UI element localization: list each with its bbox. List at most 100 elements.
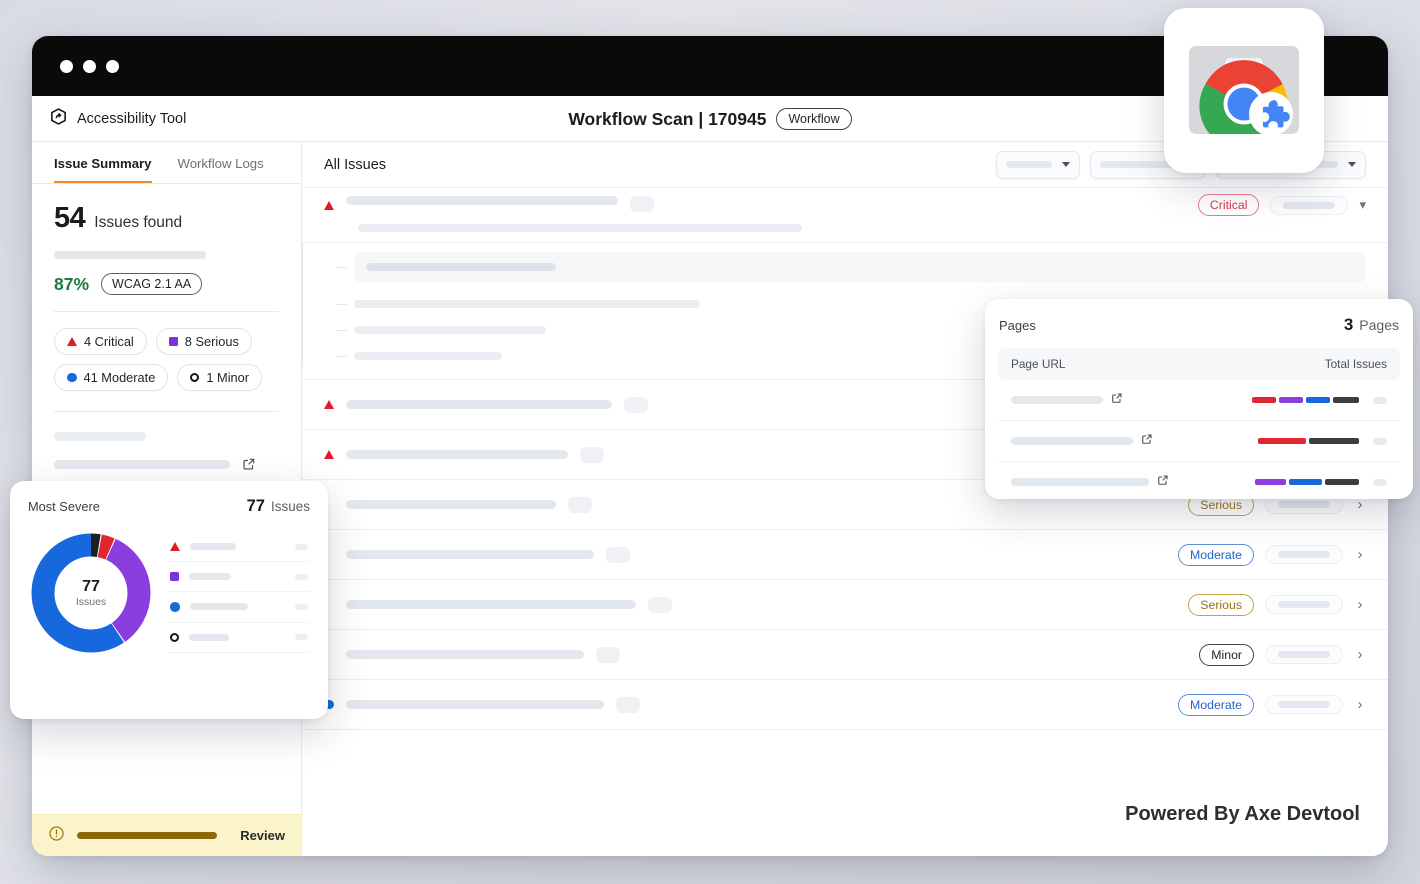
alert-circle-icon: [48, 825, 65, 847]
most-severe-count: 77: [246, 497, 265, 515]
review-bar[interactable]: Review: [32, 814, 301, 856]
sidebar-link-row[interactable]: [54, 457, 279, 471]
segment-critical: [1252, 397, 1276, 403]
legend-label-skeleton: [189, 633, 229, 641]
table-row[interactable]: Moderate ›: [302, 530, 1388, 580]
segment-serious: [1255, 479, 1286, 485]
external-link-icon[interactable]: [1141, 432, 1153, 450]
chevron-right-icon[interactable]: ›: [1354, 696, 1366, 713]
severity-chip-serious-label: 8 Serious: [184, 334, 239, 349]
sidebar-content: 54 Issues found 87% WCAG 2.1 AA 4 Critic…: [32, 184, 301, 471]
issue-meta-pill[interactable]: [1265, 545, 1343, 564]
list-item[interactable]: [168, 623, 310, 653]
status-badge: Moderate: [1178, 693, 1254, 716]
window-dot-1[interactable]: [60, 59, 73, 73]
critical-triangle-icon: [324, 201, 334, 210]
table-row[interactable]: [998, 462, 1400, 502]
filter-1-value-skeleton: [1006, 161, 1052, 168]
sidebar-skeleton-2: [54, 459, 230, 469]
issue-tag-blob: [568, 496, 592, 513]
list-item[interactable]: [336, 243, 1366, 291]
standard-badge: WCAG 2.1 AA: [101, 273, 203, 295]
serious-square-icon: [170, 572, 179, 581]
severity-chip-moderate[interactable]: 41 Moderate: [54, 364, 169, 391]
external-link-icon[interactable]: [242, 457, 256, 471]
severity-donut-chart: 77 Issues: [28, 530, 154, 656]
total-issues-skeleton: [1373, 478, 1387, 486]
severity-chip-critical[interactable]: 4 Critical: [54, 328, 147, 355]
list-item[interactable]: [168, 532, 310, 562]
review-button[interactable]: Review: [240, 828, 285, 843]
brand: Accessibility Tool: [32, 107, 186, 131]
segment-minor: [1325, 479, 1359, 485]
issue-tag-blob: [615, 696, 640, 713]
column-header-page-url: Page URL: [1011, 357, 1066, 371]
powered-by-text: Powered By Axe Devtool: [1125, 803, 1360, 825]
issue-tag-blob: [596, 646, 620, 663]
legend-label-skeleton: [189, 573, 231, 580]
status-badge: Critical: [1197, 194, 1260, 216]
critical-triangle-icon: [324, 400, 334, 409]
brand-name: Accessibility Tool: [77, 110, 187, 127]
pages-count: 3: [1343, 315, 1354, 334]
severity-chip-serious[interactable]: 8 Serious: [155, 328, 252, 355]
issue-title-skeleton: [346, 450, 568, 459]
window-dot-2[interactable]: [83, 59, 96, 73]
table-row[interactable]: Minor ›: [302, 630, 1388, 680]
score-row: 87% WCAG 2.1 AA: [54, 273, 279, 295]
issue-tag-blob: [630, 196, 654, 212]
issue-title-skeleton: [346, 650, 584, 659]
total-issues-skeleton: [1373, 437, 1387, 445]
segment-minor: [1309, 438, 1359, 444]
severity-chip-moderate-label: 41 Moderate: [83, 370, 156, 385]
issues-found: 54 Issues found: [54, 202, 279, 235]
severity-chip-minor[interactable]: 1 Minor: [177, 364, 263, 391]
issue-title-skeleton: [345, 700, 604, 709]
table-row[interactable]: Serious ›: [302, 580, 1388, 630]
severity-chip-minor-label: 1 Minor: [206, 370, 250, 385]
minor-ring-icon: [170, 632, 179, 642]
segment-minor: [1333, 397, 1359, 403]
home-shield-icon: [49, 107, 68, 131]
critical-triangle-icon: [67, 337, 77, 346]
legend-value-skeleton: [295, 543, 308, 550]
chevron-down-icon: [1062, 162, 1070, 167]
chevron-down-icon[interactable]: ▾: [1359, 197, 1366, 213]
external-link-icon[interactable]: [1111, 391, 1123, 409]
issue-meta-pill[interactable]: [1265, 645, 1343, 664]
most-severe-count-label: Issues: [270, 499, 310, 514]
filter-dropdown-1[interactable]: [996, 150, 1080, 179]
issue-meta-pill[interactable]: [1265, 695, 1343, 714]
most-severe-title: Most Severe: [28, 499, 100, 514]
chevron-right-icon[interactable]: ›: [1354, 596, 1366, 613]
table-row[interactable]: Critical ▾: [302, 188, 1388, 218]
issue-meta-pill[interactable]: [1265, 595, 1343, 614]
donut-center-label-group: 77 Issues: [28, 530, 154, 656]
table-row[interactable]: [998, 421, 1400, 462]
chevron-right-icon[interactable]: ›: [1354, 546, 1366, 563]
segment-moderate: [1306, 397, 1330, 403]
tab-issue-summary[interactable]: Issue Summary: [54, 156, 152, 183]
sidebar-tabs: Issue Summary Workflow Logs: [32, 142, 301, 184]
window-dot-3[interactable]: [106, 59, 119, 73]
minor-ring-icon: [190, 373, 200, 382]
table-row[interactable]: Moderate ›: [302, 680, 1388, 730]
tab-workflow-logs[interactable]: Workflow Logs: [178, 156, 264, 183]
status-badge: Serious: [1188, 593, 1254, 616]
total-issues-skeleton: [1373, 396, 1387, 404]
issue-title-skeleton: [346, 500, 556, 509]
table-row[interactable]: [998, 380, 1400, 421]
legend-value-skeleton: [295, 634, 308, 640]
issue-tag-blob: [624, 396, 648, 413]
list-item[interactable]: [168, 562, 310, 592]
external-link-icon[interactable]: [1157, 473, 1169, 491]
legend-label-skeleton: [189, 603, 248, 611]
list-item[interactable]: [168, 592, 310, 623]
scan-type-badge: Workflow: [776, 108, 852, 130]
chevron-right-icon[interactable]: ›: [1354, 646, 1366, 663]
issue-tag-blob: [606, 546, 630, 563]
review-skeleton: [77, 832, 217, 839]
pages-card-header: Pages 3 Pages: [998, 315, 1400, 335]
issue-meta-pill[interactable]: [1270, 195, 1349, 215]
pages-table-header: Page URL Total Issues: [998, 348, 1400, 380]
